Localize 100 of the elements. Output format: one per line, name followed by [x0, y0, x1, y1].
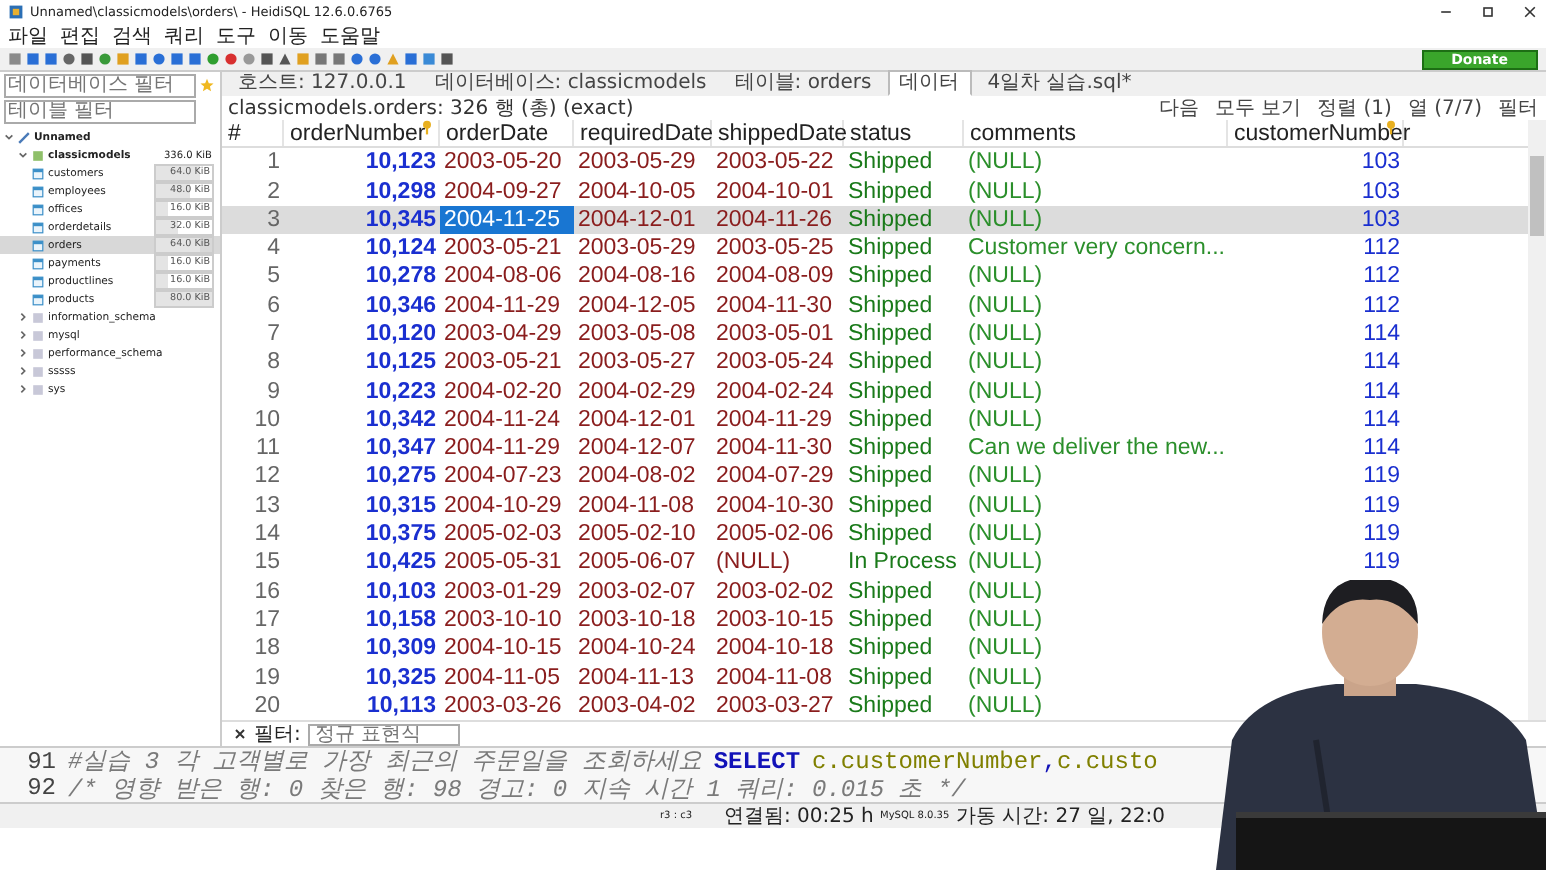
- table-cell-text: 10,325: [363, 663, 438, 692]
- chevron-icon[interactable]: [18, 330, 28, 340]
- table-row[interactable]: 16 10,103 2003-01-29 2003-02-07 2003-02-02 Shipped (NULL): [222, 577, 1228, 606]
- chevron-icon[interactable]: [18, 366, 28, 376]
- table-cell-text: (NULL): [966, 148, 1045, 177]
- square-icon[interactable]: [314, 52, 328, 66]
- grid-action-link[interactable]: 열 (7/7): [1407, 94, 1482, 122]
- grid-action-link[interactable]: 필터: [1498, 94, 1538, 122]
- table-cell-text: 10,298: [363, 177, 438, 206]
- column-header[interactable]: #: [222, 120, 284, 147]
- table-row[interactable]: 20 10,113 2003-03-26 2003-04-02 2003-03-27 Shipped (NULL): [222, 691, 1228, 720]
- table-cell-text: 10,375: [363, 520, 438, 549]
- circle-icon[interactable]: [98, 52, 112, 66]
- circle-icon[interactable]: [206, 52, 220, 66]
- table-row[interactable]: 15 10,425 2005-05-31 2005-06-07 (NULL) In Process (NULL) 119: [222, 548, 1404, 578]
- table-row[interactable]: 6 10,346 2004-11-29 2004-12-05 2004-11-30 Shipped (NULL) 112: [222, 291, 1404, 320]
- square-icon[interactable]: [188, 52, 202, 66]
- square-icon[interactable]: [332, 52, 346, 66]
- code-text: c.custo: [1056, 747, 1158, 776]
- grid-action-link[interactable]: 다음: [1158, 94, 1199, 122]
- circle-icon[interactable]: [152, 52, 166, 66]
- table-cell-text: 103: [1359, 148, 1402, 177]
- table-row[interactable]: 5 10,278 2004-08-06 2004-08-16 2004-08-09 Shipped (NULL) 112: [222, 262, 1404, 292]
- database-icon: [32, 149, 44, 161]
- chevron-icon[interactable]: [18, 150, 28, 160]
- table-row[interactable]: 19 10,325 2004-11-05 2004-11-13 2004-11-08 Shipped (NULL): [222, 662, 1228, 692]
- table-row[interactable]: 18 10,309 2004-10-15 2004-10-24 2004-10-18 Shipped (NULL): [222, 634, 1228, 663]
- circle-icon[interactable]: [224, 52, 238, 66]
- chevron-icon[interactable]: [4, 132, 14, 142]
- square-icon[interactable]: [404, 52, 418, 66]
- column-header[interactable]: requiredDate: [574, 120, 712, 147]
- table-cell-text: 2003-02-02: [714, 577, 836, 606]
- chevron-icon[interactable]: [18, 348, 28, 358]
- tab[interactable]: 데이터베이스: classicmodels: [422, 70, 719, 96]
- table-cell-text: Customer very concern...: [966, 234, 1227, 263]
- table-cell-text: 2004-11-29: [442, 434, 562, 463]
- square-icon[interactable]: [170, 52, 184, 66]
- table-cell-text: 2003-05-08: [576, 319, 698, 349]
- table-row[interactable]: 8 10,125 2003-05-21 2003-05-27 2003-05-24 Shipped (NULL) 114: [222, 348, 1404, 377]
- table-row[interactable]: 13 10,315 2004-10-29 2004-11-08 2004-10-30 Shipped (NULL) 119: [222, 491, 1404, 520]
- table-filter-field[interactable]: 테이블 필터: [4, 99, 196, 123]
- table-row[interactable]: 10 10,342 2004-11-24 2004-12-01 2004-11-29 Shipped (NULL) 114: [222, 405, 1404, 435]
- database-filter-field[interactable]: 데이터베이스 필터: [4, 73, 196, 97]
- circle-icon[interactable]: [368, 52, 382, 66]
- chevron-icon[interactable]: [18, 312, 28, 322]
- square-icon[interactable]: [26, 52, 40, 66]
- square-icon[interactable]: [44, 52, 58, 66]
- circle-icon[interactable]: [62, 52, 76, 66]
- vertical-scrollbar[interactable]: [1528, 120, 1546, 720]
- square-icon[interactable]: [260, 52, 274, 66]
- column-header[interactable]: shippedDate: [712, 120, 844, 147]
- menu-item[interactable]: 검색: [112, 22, 152, 50]
- table-cell-text: 7: [265, 319, 282, 349]
- table-row[interactable]: 11 10,347 2004-11-29 2004-12-07 2004-11-30 Shipped Can we deliver the new... 114: [222, 434, 1404, 463]
- column-header[interactable]: comments: [964, 120, 1228, 147]
- square-icon[interactable]: [134, 52, 148, 66]
- square-icon[interactable]: [8, 52, 22, 66]
- tab[interactable]: 테이블: orders: [722, 70, 884, 96]
- chevron-icon[interactable]: [18, 384, 28, 394]
- menu-item[interactable]: 파일: [8, 22, 48, 50]
- table-row[interactable]: 14 10,375 2005-02-03 2005-02-10 2005-02-06 Shipped (NULL) 119: [222, 519, 1404, 549]
- menu-item[interactable]: 이동: [268, 22, 308, 50]
- maximize-icon[interactable]: [1480, 4, 1496, 20]
- table-cell-text: 10,309: [363, 634, 438, 663]
- square-icon[interactable]: [440, 52, 454, 66]
- table-cell-text: 2003-05-27: [576, 348, 698, 377]
- table-row[interactable]: 9 10,223 2004-02-20 2004-02-29 2004-02-24 Shipped (NULL) 114: [222, 376, 1404, 406]
- menu-item[interactable]: 도구: [216, 22, 256, 50]
- table-icon: [32, 257, 44, 269]
- square-icon[interactable]: [422, 52, 436, 66]
- table-row[interactable]: 1 10,123 2003-05-20 2003-05-29 2003-05-22 Shipped (NULL) 103: [222, 148, 1404, 177]
- table-cell-text: 2003-03-27: [714, 691, 836, 720]
- table-row[interactable]: 2 10,298 2004-09-27 2004-10-05 2004-10-01 Shipped (NULL) 103: [222, 176, 1404, 206]
- close-icon[interactable]: [234, 728, 246, 740]
- table-icon: [32, 167, 44, 179]
- table-cell-text: 4: [265, 234, 282, 263]
- tab[interactable]: 4일차 실습.sql*: [975, 70, 1144, 96]
- column-header[interactable]: status: [844, 120, 964, 147]
- menu-item[interactable]: 도움말: [320, 22, 380, 50]
- star-icon[interactable]: [200, 78, 214, 92]
- menu-item[interactable]: 쿼리: [164, 22, 204, 50]
- circle-icon[interactable]: [350, 52, 364, 66]
- triangle-icon[interactable]: [278, 52, 292, 66]
- table-row[interactable]: 12 10,275 2004-07-23 2004-08-02 2004-07-29 Shipped (NULL) 119: [222, 462, 1404, 492]
- tab[interactable]: 호스트: 127.0.0.1: [226, 70, 419, 96]
- table-row[interactable]: 4 10,124 2003-05-21 2003-05-29 2003-05-25 Shipped Customer very concern... 112: [222, 233, 1404, 263]
- table-cell-text: (NULL): [966, 605, 1045, 635]
- column-header[interactable]: orderNumber: [284, 120, 440, 147]
- square-icon[interactable]: [80, 52, 94, 66]
- menu-item[interactable]: 편집: [60, 22, 100, 50]
- table-row[interactable]: 7 10,120 2003-04-29 2003-05-08 2003-05-01 Shipped (NULL) 114: [222, 319, 1404, 349]
- table-row[interactable]: 3 10,345 2004-11-25 2004-12-01 2004-11-26 Shipped (NULL) 103: [222, 205, 1528, 234]
- table-cell-text: 10,346: [363, 291, 438, 320]
- tab[interactable]: 데이터: [887, 70, 972, 96]
- grid-action-link[interactable]: 모두 보기: [1214, 94, 1302, 122]
- table-row[interactable]: 17 10,158 2003-10-10 2003-10-18 2003-10-15 Shipped (NULL): [222, 605, 1228, 635]
- column-header[interactable]: orderDate: [440, 120, 574, 147]
- close-icon[interactable]: [1522, 4, 1538, 20]
- table-cell-text: 112: [1361, 262, 1402, 292]
- grid-action-link[interactable]: 정렬 (1): [1317, 94, 1392, 122]
